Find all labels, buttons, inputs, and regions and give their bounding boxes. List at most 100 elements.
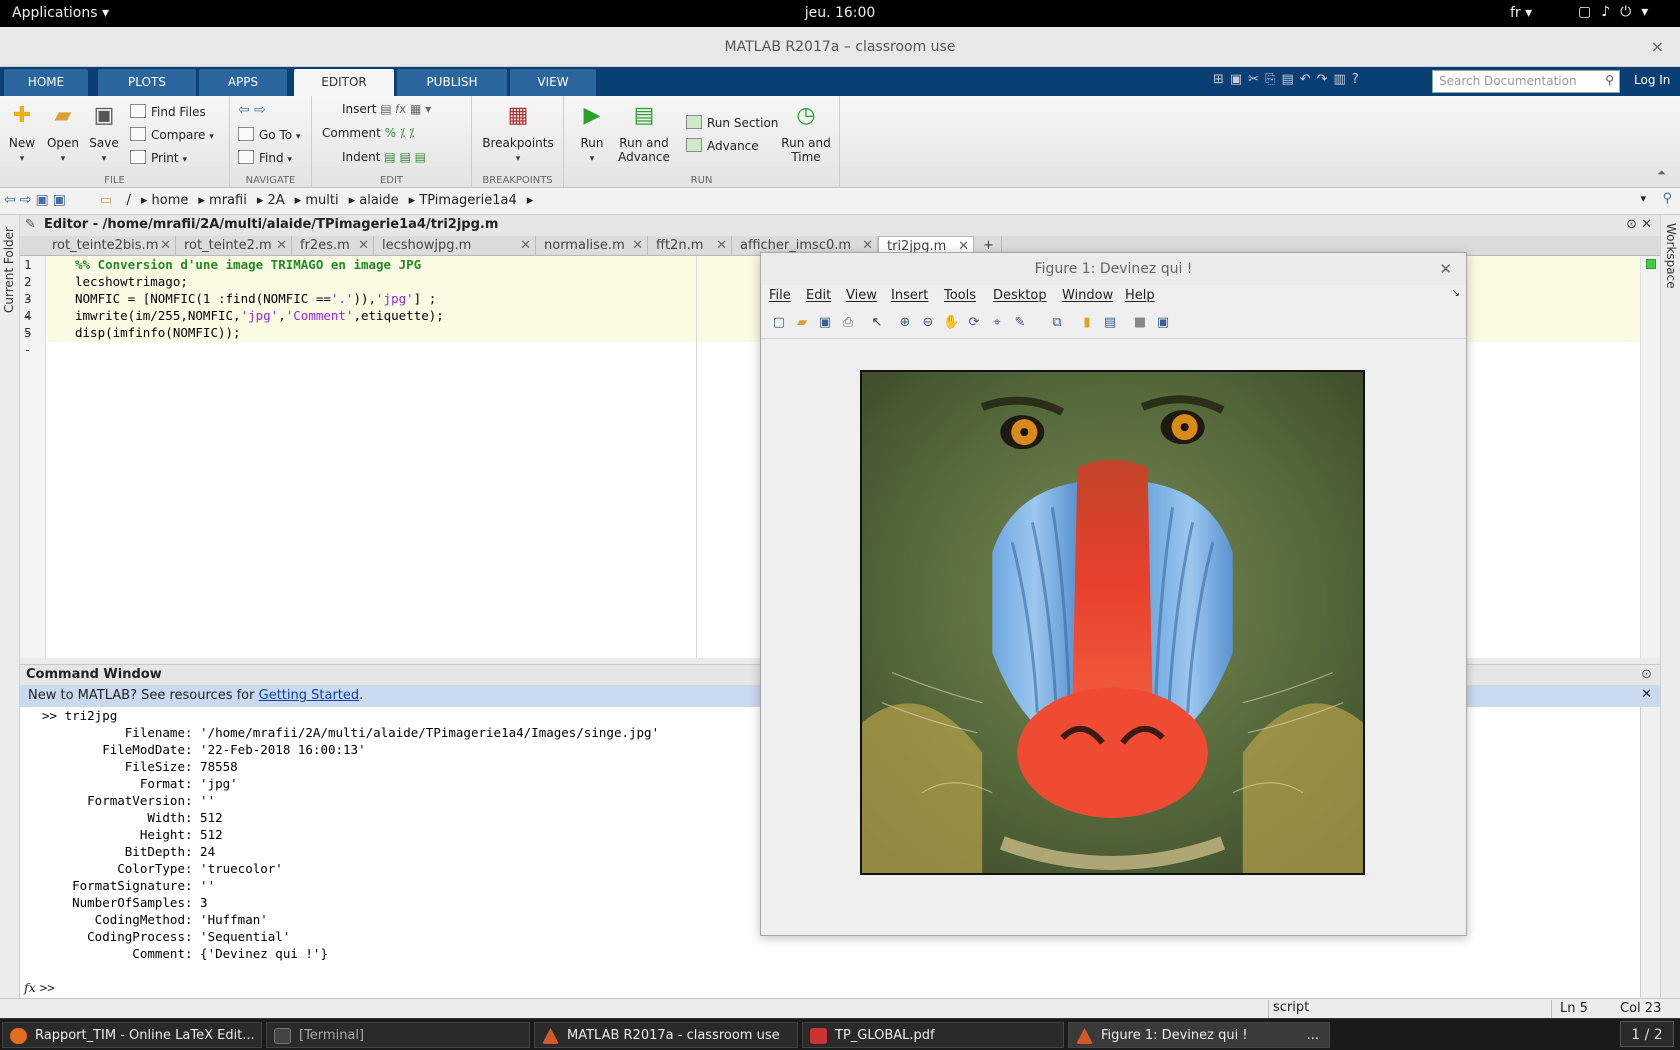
file-tab[interactable]: lecshowjpg.m ✕	[374, 236, 536, 256]
clock[interactable]: jeu. 16:00	[0, 5, 1680, 21]
breadcrumb-tpimagerie[interactable]: TPimagerie1a4	[419, 193, 516, 208]
run-and-advance-button[interactable]: ▤ Run and Advance	[618, 102, 670, 164]
mandrill-image[interactable]	[860, 370, 1365, 875]
quick-access-toolbar[interactable]: ⊞▣✂⎘▤↶↷▥?	[1213, 72, 1365, 87]
breadcrumb-home[interactable]: home	[152, 193, 189, 208]
getting-started-link[interactable]: Getting Started	[259, 688, 360, 703]
system-status-area[interactable]: ▢♪⏻▾	[1578, 4, 1658, 20]
editor-window-controls[interactable]: ⊙ ✕	[1626, 217, 1652, 232]
collapse-toolstrip-icon[interactable]: ⏶	[1657, 166, 1666, 180]
workspace-rail[interactable]: Workspace	[1660, 215, 1680, 1005]
menu-edit[interactable]: Edit	[806, 288, 831, 303]
menu-insert[interactable]: Insert	[891, 288, 928, 303]
menu-view[interactable]: View	[846, 288, 877, 303]
tab-apps[interactable]: APPS	[199, 69, 287, 96]
new-figure-icon[interactable]: ▢	[771, 315, 787, 331]
menu-file[interactable]: File	[769, 288, 791, 303]
task-figure[interactable]: Figure 1: Devinez qui !...	[1068, 1022, 1330, 1048]
function-browser-icon[interactable]: fx	[24, 980, 36, 995]
command-window-menu-icon[interactable]: ⊙	[1641, 667, 1652, 682]
breadcrumb-multi[interactable]: multi	[305, 193, 338, 208]
print-figure-icon[interactable]: ⎙	[840, 315, 856, 331]
open-file-icon[interactable]: ▰	[794, 315, 810, 331]
close-window-button[interactable]: ×	[1651, 27, 1664, 67]
file-tab[interactable]: normalise.m ✕	[536, 236, 648, 256]
close-tab-icon[interactable]: ✕	[716, 236, 727, 255]
command-scrollbar[interactable]	[1640, 707, 1660, 997]
pointer-icon[interactable]: ↖	[869, 315, 885, 331]
task-terminal[interactable]: [Terminal]	[266, 1022, 530, 1048]
keyboard-layout-indicator[interactable]: fr ▾	[1510, 5, 1532, 21]
address-dropdown-icon[interactable]: ▾	[1640, 192, 1646, 205]
figure-title-bar[interactable]: Figure 1: Devinez qui ! ✕	[761, 253, 1466, 285]
file-tab[interactable]: rot_teinte2.m ✕	[176, 236, 292, 256]
close-tab-icon[interactable]: ✕	[276, 236, 287, 255]
menu-window[interactable]: Window	[1062, 288, 1113, 303]
new-button[interactable]: ✚ New ▾	[4, 102, 40, 166]
close-tab-icon[interactable]: ✕	[160, 236, 171, 255]
breadcrumb-2a[interactable]: 2A	[267, 193, 284, 208]
figure-window[interactable]: Figure 1: Devinez qui ! ✕ File Edit View…	[760, 252, 1467, 936]
folder-search-icon[interactable]: ⚲	[1662, 191, 1672, 206]
tab-view[interactable]: VIEW	[510, 69, 596, 96]
file-tab[interactable]: rot_teinte2bis.m ✕	[44, 236, 176, 256]
task-matlab[interactable]: MATLAB R2017a - classroom use	[534, 1022, 798, 1048]
save-figure-icon[interactable]: ▣	[817, 315, 833, 331]
zoom-in-icon[interactable]: ⊕	[897, 315, 913, 331]
close-tab-icon[interactable]: ✕	[632, 236, 643, 255]
indent-row[interactable]: Indent ▤ ▤ ▤	[342, 150, 426, 164]
breadcrumb[interactable]: ▭ / ▸ home ▸ mrafii ▸ 2A ▸ multi ▸ alaide ▸ TP…	[100, 193, 533, 208]
workspace-pager[interactable]: 1 / 2	[1620, 1021, 1674, 1047]
open-button[interactable]: ▰ Open ▾	[44, 102, 82, 166]
menu-desktop[interactable]: Desktop	[993, 288, 1047, 303]
tab-editor[interactable]: EDITOR	[294, 69, 394, 96]
comment-row[interactable]: Comment % ⁒ ⁒	[322, 126, 414, 140]
editor-scrollbar[interactable]	[1640, 256, 1660, 658]
tab-plots[interactable]: PLOTS	[98, 69, 196, 96]
find-files-button[interactable]: Find Files	[130, 104, 206, 119]
menu-help[interactable]: Help	[1125, 288, 1155, 303]
goto-button[interactable]: Go To ▾	[238, 127, 300, 142]
rotate-3d-icon[interactable]: ⟳	[966, 315, 982, 331]
save-button[interactable]: ▣ Save ▾	[86, 102, 122, 166]
tab-home[interactable]: HOME	[4, 69, 88, 96]
pan-hand-icon[interactable]: ✋	[943, 315, 959, 331]
find-button[interactable]: Find ▾	[238, 150, 292, 165]
advance-button[interactable]: Advance	[686, 138, 759, 153]
task-firefox[interactable]: Rapport_TIM - Online LaTeX Edit...	[2, 1022, 262, 1048]
data-cursor-icon[interactable]: ⌖	[989, 315, 1005, 331]
insert-row[interactable]: Insert ▤ 𝑓x ▦ ▾	[342, 102, 431, 117]
close-tab-icon[interactable]: ✕	[520, 236, 531, 255]
show-plot-tools-icon[interactable]: ▣	[1155, 315, 1171, 331]
breakpoints-button[interactable]: ▦ Breakpoints ▾	[480, 102, 556, 166]
close-banner-icon[interactable]: ✕	[1641, 687, 1652, 702]
file-tab[interactable]: fr2es.m ✕	[292, 236, 374, 256]
folder-nav-icons[interactable]: ⇦⇨▣▣	[4, 192, 70, 208]
current-folder-rail[interactable]: Current Folder	[0, 215, 20, 1005]
link-plot-icon[interactable]: ⧉	[1049, 315, 1065, 331]
task-pdf[interactable]: TP_GLOBAL.pdf	[802, 1022, 1064, 1048]
breadcrumb-mrafii[interactable]: mrafii	[209, 193, 247, 208]
command-prompt[interactable]: fx >>	[20, 978, 1640, 998]
menu-tools[interactable]: Tools	[944, 288, 976, 303]
print-button[interactable]: Print ▾	[130, 150, 187, 165]
colorbar-icon[interactable]: ▮	[1079, 315, 1095, 331]
breadcrumb-alaide[interactable]: alaide	[359, 193, 398, 208]
dock-figure-icon[interactable]: ↘	[1452, 288, 1460, 299]
back-forward-icons[interactable]: ⇦ ⇨	[238, 102, 266, 118]
hide-plot-tools-icon[interactable]: ■	[1132, 315, 1148, 331]
search-documentation-input[interactable]: Search Documentation ⚲	[1432, 70, 1620, 93]
breadcrumb-root[interactable]: /	[126, 193, 130, 208]
compare-button[interactable]: Compare ▾	[130, 127, 214, 142]
legend-icon[interactable]: ▤	[1102, 315, 1118, 331]
file-tab[interactable]: fft2n.m ✕	[648, 236, 732, 256]
brush-icon[interactable]: ✎	[1012, 315, 1028, 331]
close-tab-icon[interactable]: ✕	[358, 236, 369, 255]
zoom-out-icon[interactable]: ⊖	[920, 315, 936, 331]
run-button[interactable]: ▶ Run ▾	[574, 102, 610, 166]
tab-publish[interactable]: PUBLISH	[397, 69, 507, 96]
run-section-button[interactable]: Run Section	[686, 115, 778, 130]
login-button[interactable]: Log In	[1634, 73, 1670, 87]
close-figure-button[interactable]: ✕	[1439, 253, 1452, 285]
run-and-time-button[interactable]: ◷ Run and Time	[780, 102, 832, 164]
